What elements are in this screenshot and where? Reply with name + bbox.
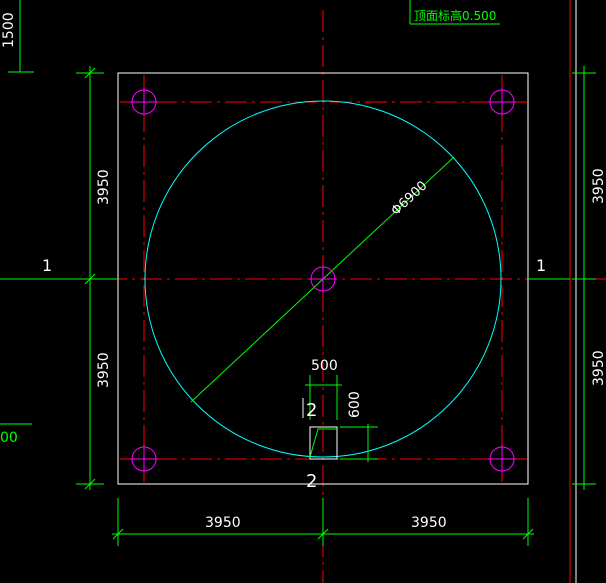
foundation-plan-drawing: Φ6900 1 1 3950 3950 3950 3950 3950 3950 … [0,0,606,583]
top-left-dim-label: 1500 [1,12,17,48]
dim-right-upper: 3950 [591,168,606,204]
bottom-dimension [112,498,534,546]
dim-bottom-left: 3950 [205,515,241,531]
section-mark-top: 2 [306,400,317,421]
left-dimension [76,66,104,490]
pile-marker-bottom-left [130,445,158,473]
pile-marker-bottom-right [488,445,516,473]
axis-label-right: 1 [536,256,546,275]
axis-label-left: 1 [42,256,52,275]
dim-left-lower: 3950 [96,352,112,388]
dim-right-lower: 3950 [591,350,606,386]
section-mark-bottom: 2 [306,471,317,492]
dim-left-upper: 3950 [96,169,112,205]
opening-width-label: 500 [311,358,338,374]
dim-bottom-right: 3950 [411,515,447,531]
top-elevation-label: 顶面标高0.500 [414,8,496,23]
opening-height-label: 600 [347,391,363,418]
pile-marker-top-right [488,88,516,116]
left-partial-dim-label: 00 [0,430,18,446]
pile-marker-top-left [130,88,158,116]
circle-diameter-label: Φ6900 [388,178,430,219]
axis-lines [0,10,606,583]
